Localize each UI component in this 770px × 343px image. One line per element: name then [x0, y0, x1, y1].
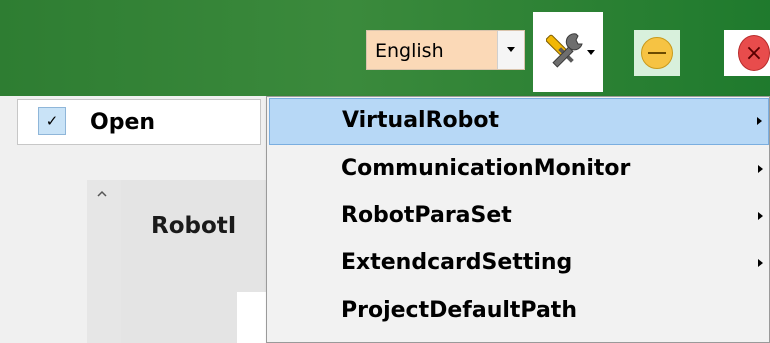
close-button[interactable]: × — [724, 30, 770, 76]
tools-submenu: VirtualRobot CommunicationMonitor RobotP… — [266, 96, 770, 343]
menu-item-open-label: Open — [90, 110, 156, 135]
submenu-item-label: RobotParaSet — [341, 203, 512, 228]
submenu-item-label: VirtualRobot — [342, 108, 500, 133]
submenu-item-projectdefaultpath[interactable]: ProjectDefaultPath — [269, 289, 769, 336]
check-icon: ✓ — [38, 107, 66, 135]
menu-item-open[interactable]: ✓ Open — [17, 99, 261, 145]
chevron-down-icon[interactable] — [497, 31, 524, 69]
submenu-item-robotparaset[interactable]: RobotParaSet — [269, 194, 769, 241]
close-circle-icon: × — [738, 35, 770, 71]
language-select-value: English — [375, 40, 444, 62]
title-bar: English × — [0, 0, 770, 96]
minimize-circle-icon — [641, 37, 673, 69]
chevron-right-icon — [758, 259, 763, 267]
submenu-item-label: CommunicationMonitor — [341, 156, 631, 181]
language-select[interactable]: English — [366, 30, 525, 70]
submenu-item-label: ExtendcardSetting — [341, 250, 573, 275]
submenu-item-extendcardsetting[interactable]: ExtendcardSetting — [269, 241, 769, 288]
panel-title: RobotI — [151, 213, 237, 239]
chevron-right-icon — [757, 117, 762, 125]
chevron-right-icon — [758, 212, 763, 220]
tools-button[interactable] — [533, 12, 603, 92]
chevron-right-icon — [758, 165, 763, 173]
scrollbar[interactable] — [87, 180, 121, 343]
tools-dropdown-arrow-icon — [587, 50, 595, 55]
scroll-up-icon[interactable] — [97, 186, 107, 200]
minimize-button[interactable] — [634, 30, 680, 76]
submenu-item-label: ProjectDefaultPath — [341, 298, 577, 323]
submenu-item-virtualrobot[interactable]: VirtualRobot — [269, 98, 769, 145]
submenu-item-communicationmonitor[interactable]: CommunicationMonitor — [269, 147, 769, 194]
wrench-screwdriver-icon — [545, 28, 590, 77]
